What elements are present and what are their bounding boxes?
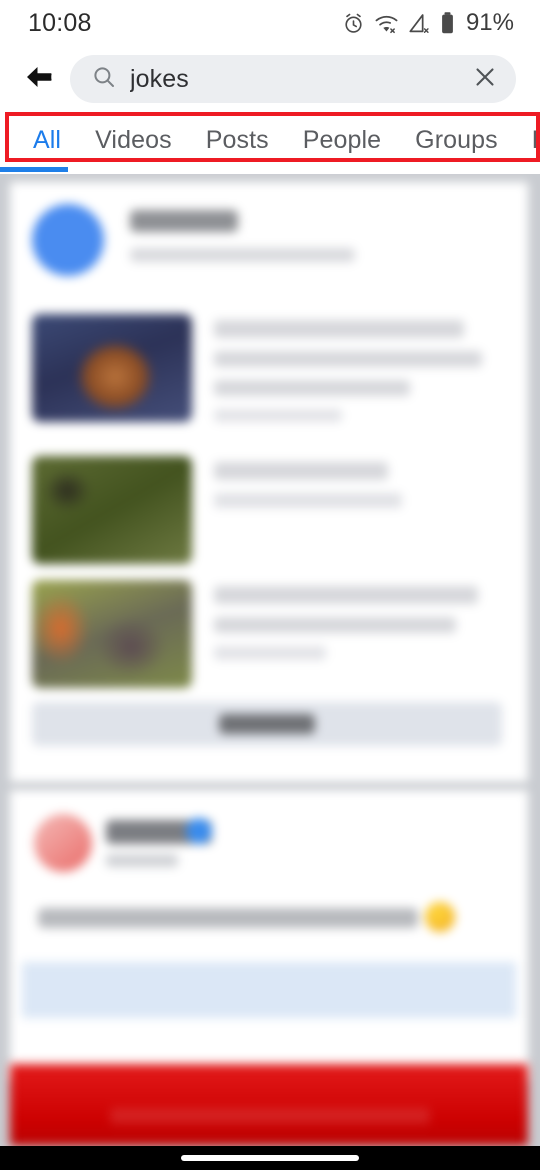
result-line <box>214 617 456 633</box>
result-text <box>214 314 482 435</box>
status-bar-clock: 10:08 <box>28 8 92 37</box>
result-item-2[interactable] <box>32 456 402 564</box>
search-filter-tabs: All Videos Posts People Groups Eve <box>0 112 540 174</box>
card-title-placeholder <box>130 210 238 232</box>
post-card[interactable] <box>10 790 528 1080</box>
verified-badge-icon <box>186 818 212 844</box>
close-icon <box>472 64 498 95</box>
smiling-face-emoji <box>425 902 455 932</box>
post-body-text <box>38 908 418 928</box>
result-item-3[interactable] <box>32 580 478 688</box>
search-query-text: jokes <box>130 64 189 93</box>
result-thumbnail <box>32 314 192 422</box>
result-meta <box>214 493 402 508</box>
status-bar-icons: 91% <box>342 9 514 37</box>
alarm-icon <box>342 12 365 35</box>
result-thumbnail <box>32 456 192 564</box>
back-arrow-icon <box>22 63 56 96</box>
bottom-banner[interactable] <box>10 1064 528 1146</box>
see-more-button[interactable] <box>32 702 502 746</box>
active-tab-underline <box>0 167 68 172</box>
tab-events[interactable]: Eve <box>515 126 540 155</box>
wifi-off-icon <box>374 12 399 35</box>
result-thumbnail <box>32 580 192 688</box>
tab-groups[interactable]: Groups <box>398 126 515 155</box>
home-indicator-pill[interactable] <box>181 1155 359 1161</box>
result-line <box>214 462 388 480</box>
back-button[interactable] <box>8 48 70 110</box>
result-line <box>214 380 410 396</box>
clear-search-button[interactable] <box>472 64 498 95</box>
search-header: jokes <box>0 46 540 112</box>
post-link-preview[interactable] <box>22 962 516 1018</box>
avatar[interactable] <box>34 814 92 872</box>
result-meta <box>214 409 342 422</box>
status-bar: 10:08 91% <box>0 0 540 46</box>
card-header-text <box>130 204 355 262</box>
search-results-card[interactable] <box>10 182 528 782</box>
card-header <box>32 204 355 276</box>
tab-all[interactable]: All <box>16 126 78 155</box>
search-icon <box>92 65 116 94</box>
result-line <box>214 586 478 604</box>
tab-strip[interactable]: All Videos Posts People Groups Eve <box>0 112 540 168</box>
system-navigation-bar <box>0 1146 540 1170</box>
bottom-banner-text <box>110 1108 430 1124</box>
tab-people[interactable]: People <box>286 126 398 155</box>
result-text <box>214 580 478 688</box>
result-meta <box>214 646 326 660</box>
tab-posts[interactable]: Posts <box>189 126 286 155</box>
battery-percentage: 91% <box>465 9 514 36</box>
avatar <box>32 204 104 276</box>
tab-videos[interactable]: Videos <box>78 126 189 155</box>
search-results-feed[interactable] <box>0 174 540 1146</box>
battery-icon <box>440 11 455 35</box>
result-line <box>214 320 464 338</box>
phone-screen: 10:08 91% jokes All Videos Posts People … <box>0 0 540 1170</box>
result-item-1[interactable] <box>32 314 482 435</box>
card-subtitle-placeholder <box>130 248 355 262</box>
search-input[interactable]: jokes <box>70 55 516 103</box>
signal-off-icon <box>408 12 431 35</box>
post-timestamp <box>106 854 178 867</box>
result-line <box>214 351 482 367</box>
result-text <box>214 456 402 564</box>
see-more-label <box>219 714 315 734</box>
